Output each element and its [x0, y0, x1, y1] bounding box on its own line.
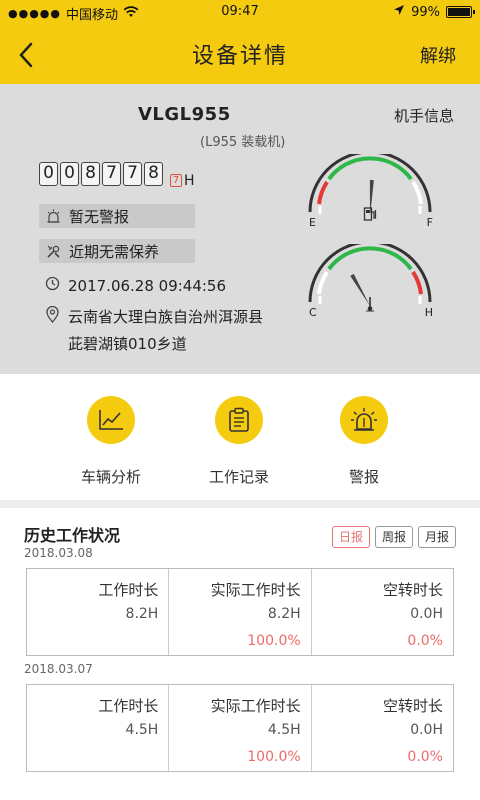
record-column: 工作时长 4.5H	[27, 685, 170, 771]
maintenance-status-badge: 近期无需保养	[39, 239, 195, 263]
alarm-status-text: 暂无警报	[69, 207, 130, 226]
record-date: 2018.03.07	[24, 662, 93, 676]
battery-percent: 99%	[411, 4, 440, 20]
record-date: 2018.03.08	[24, 546, 93, 560]
alarm-status-badge: 暂无警报	[39, 204, 195, 228]
thermometer-icon	[365, 296, 375, 316]
column-value: 0.0H	[410, 606, 443, 622]
address-line-2: 茈碧湖镇010乡道	[68, 335, 187, 353]
device-panel: VLGL955 (L955 装载机) 机手信息 0 0 8 7 7 8 7 H …	[0, 84, 480, 374]
device-submodel: (L955 装载机)	[200, 135, 286, 150]
alarm-light-icon	[340, 396, 388, 444]
record-column: 实际工作时长 4.5H 100.0%	[169, 685, 312, 771]
quick-actions: 车辆分析 工作记录 警报	[0, 374, 480, 500]
hour-meter-decimal: 7	[170, 174, 182, 187]
hour-meter-unit: H	[184, 173, 195, 189]
record-column: 工作时长 8.2H	[27, 569, 170, 655]
column-header: 实际工作时长	[210, 581, 301, 599]
tab-weekly[interactable]: 周报	[374, 526, 413, 548]
column-header: 工作时长	[98, 581, 159, 599]
hour-meter: 0 0 8 7 7 8	[39, 162, 163, 186]
hour-meter-digit: 8	[144, 162, 163, 186]
column-percent: 100.0%	[247, 633, 301, 649]
temperature-gauge: C H	[305, 240, 435, 320]
hour-meter-digit: 0	[60, 162, 79, 186]
location-pin-icon	[45, 305, 60, 327]
gauge-label-c: C	[309, 306, 317, 319]
alarm-button[interactable]: 警报	[314, 396, 414, 487]
column-header: 工作时长	[98, 697, 159, 715]
history-title: 历史工作状况	[24, 526, 121, 545]
driver-info-link[interactable]: 机手信息	[394, 105, 454, 126]
section-divider	[0, 500, 480, 508]
fuel-gauge: E F	[305, 150, 435, 230]
location-row: 云南省大理白族自治州洱源县	[45, 305, 264, 327]
clock-icon	[45, 276, 60, 295]
tab-monthly[interactable]: 月报	[417, 526, 456, 548]
column-header: 空转时长	[382, 697, 443, 715]
hour-meter-digit: 7	[102, 162, 121, 186]
clipboard-icon	[215, 396, 263, 444]
column-value: 4.5H	[267, 722, 301, 738]
tab-daily[interactable]: 日报	[331, 526, 370, 548]
column-percent: 0.0%	[407, 749, 443, 765]
gauge-label-f: F	[426, 216, 433, 229]
record-column: 空转时长 0.0H 0.0%	[312, 685, 453, 771]
fuel-pump-icon	[363, 206, 377, 226]
line-chart-icon	[87, 396, 135, 444]
hour-meter-digit: 8	[81, 162, 100, 186]
action-label: 工作记录	[208, 468, 269, 486]
wrench-icon	[45, 243, 61, 259]
hour-meter-digit: 0	[39, 162, 58, 186]
last-update-row: 2017.06.28 09:44:56	[45, 276, 226, 295]
hour-meter-digit: 7	[123, 162, 142, 186]
status-bar: ●●●●● 中国移动 09:47 99%	[0, 0, 480, 24]
action-label: 车辆分析	[80, 468, 141, 486]
device-model: VLGL955	[138, 104, 231, 125]
action-label: 警报	[348, 468, 379, 486]
column-value: 8.2H	[267, 606, 301, 622]
column-percent: 100.0%	[247, 749, 301, 765]
work-record-card: 工作时长 4.5H 实际工作时长 4.5H 100.0% 空转时长 0.0H 0…	[26, 684, 454, 772]
column-value: 8.2H	[125, 606, 159, 622]
battery-icon	[446, 6, 475, 18]
last-update-time: 2017.06.28 09:44:56	[68, 276, 227, 295]
maintenance-status-text: 近期无需保养	[69, 242, 160, 261]
record-column: 实际工作时长 8.2H 100.0%	[169, 569, 312, 655]
work-record-card: 工作时长 8.2H 实际工作时长 8.2H 100.0% 空转时长 0.0H 0…	[26, 568, 454, 656]
report-period-tabs: 日报 周报 月报	[331, 526, 456, 548]
column-value: 0.0H	[410, 722, 443, 738]
work-record-button[interactable]: 工作记录	[189, 396, 289, 487]
unbind-button[interactable]: 解绑	[420, 42, 456, 68]
address-line-1: 云南省大理白族自治州洱源县	[68, 308, 264, 326]
column-value: 4.5H	[125, 722, 159, 738]
alarm-light-icon	[45, 208, 61, 224]
vehicle-analysis-button[interactable]: 车辆分析	[61, 396, 161, 487]
column-header: 实际工作时长	[210, 697, 301, 715]
page-title: 设备详情	[191, 44, 288, 69]
gauge-label-h: H	[424, 306, 433, 319]
gauge-label-e: E	[309, 216, 316, 229]
column-header: 空转时长	[382, 581, 443, 599]
location-arrow-icon	[393, 4, 405, 20]
column-percent: 0.0%	[407, 633, 443, 649]
record-column: 空转时长 0.0H 0.0%	[312, 569, 453, 655]
